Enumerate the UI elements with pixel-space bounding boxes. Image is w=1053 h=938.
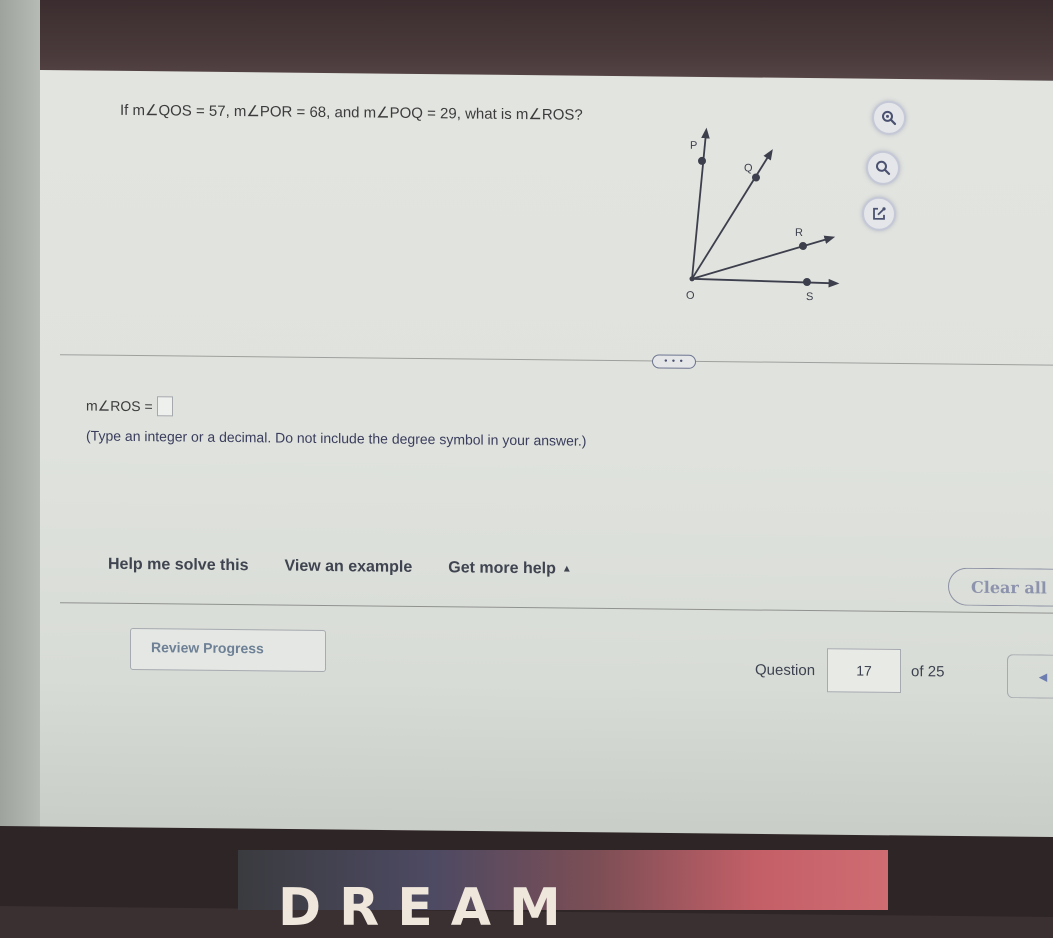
review-progress-button[interactable]: Review Progress xyxy=(130,627,326,672)
caret-up-icon: ▲ xyxy=(561,563,572,575)
previous-question-button[interactable]: ◀ xyxy=(1007,654,1053,699)
ray-or xyxy=(691,235,836,280)
answer-row: m∠ROS = xyxy=(86,395,173,417)
help-bar: Help me solve this View an example Get m… xyxy=(108,556,572,579)
label-o: O xyxy=(686,290,695,302)
answer-input[interactable] xyxy=(156,396,173,417)
get-more-help-button[interactable]: Get more help ▲ xyxy=(448,559,571,578)
question-body: m∠QOS = 57, m∠POR = 68, and m∠POQ = 29, … xyxy=(132,101,583,124)
get-more-help-label: Get more help xyxy=(448,559,556,578)
sticker: DREAM xyxy=(238,850,888,938)
point-p xyxy=(698,156,706,165)
expand-more-button[interactable]: • • • xyxy=(652,354,696,369)
point-s xyxy=(803,278,811,287)
label-q: Q xyxy=(744,162,753,174)
angle-figure: P Q R S O xyxy=(686,127,840,303)
chevron-left-icon: ◀ xyxy=(1038,670,1048,684)
question-navigator: Question 17 of 25 xyxy=(755,647,945,694)
view-example-button[interactable]: View an example xyxy=(285,558,413,577)
question-label: Question xyxy=(755,660,816,679)
question-prefix: If xyxy=(120,101,133,119)
question-text: If m∠QOS = 57, m∠POR = 68, and m∠POQ = 2… xyxy=(120,101,583,124)
question-number-input[interactable]: 17 xyxy=(827,648,902,694)
monitor-bezel-top xyxy=(40,0,1053,80)
label-r: R xyxy=(795,227,803,239)
screen: If m∠QOS = 57, m∠POR = 68, and m∠POQ = 2… xyxy=(40,70,1053,857)
answer-hint: (Type an integer or a decimal. Do not in… xyxy=(86,427,587,449)
label-p: P xyxy=(690,140,697,152)
clear-all-button[interactable]: Clear all xyxy=(948,567,1053,607)
ray-oq xyxy=(691,149,773,280)
section-divider xyxy=(60,354,1053,366)
label-s: S xyxy=(806,291,813,303)
monitor-left-edge xyxy=(0,0,40,830)
help-me-solve-button[interactable]: Help me solve this xyxy=(108,556,249,575)
answer-label: m∠ROS = xyxy=(86,396,153,414)
ray-op xyxy=(691,127,710,279)
sticker-text: DREAM xyxy=(278,878,579,938)
help-divider xyxy=(60,602,1053,614)
ray-os xyxy=(691,277,840,288)
question-total: of 25 xyxy=(911,662,945,680)
point-r xyxy=(799,241,807,250)
